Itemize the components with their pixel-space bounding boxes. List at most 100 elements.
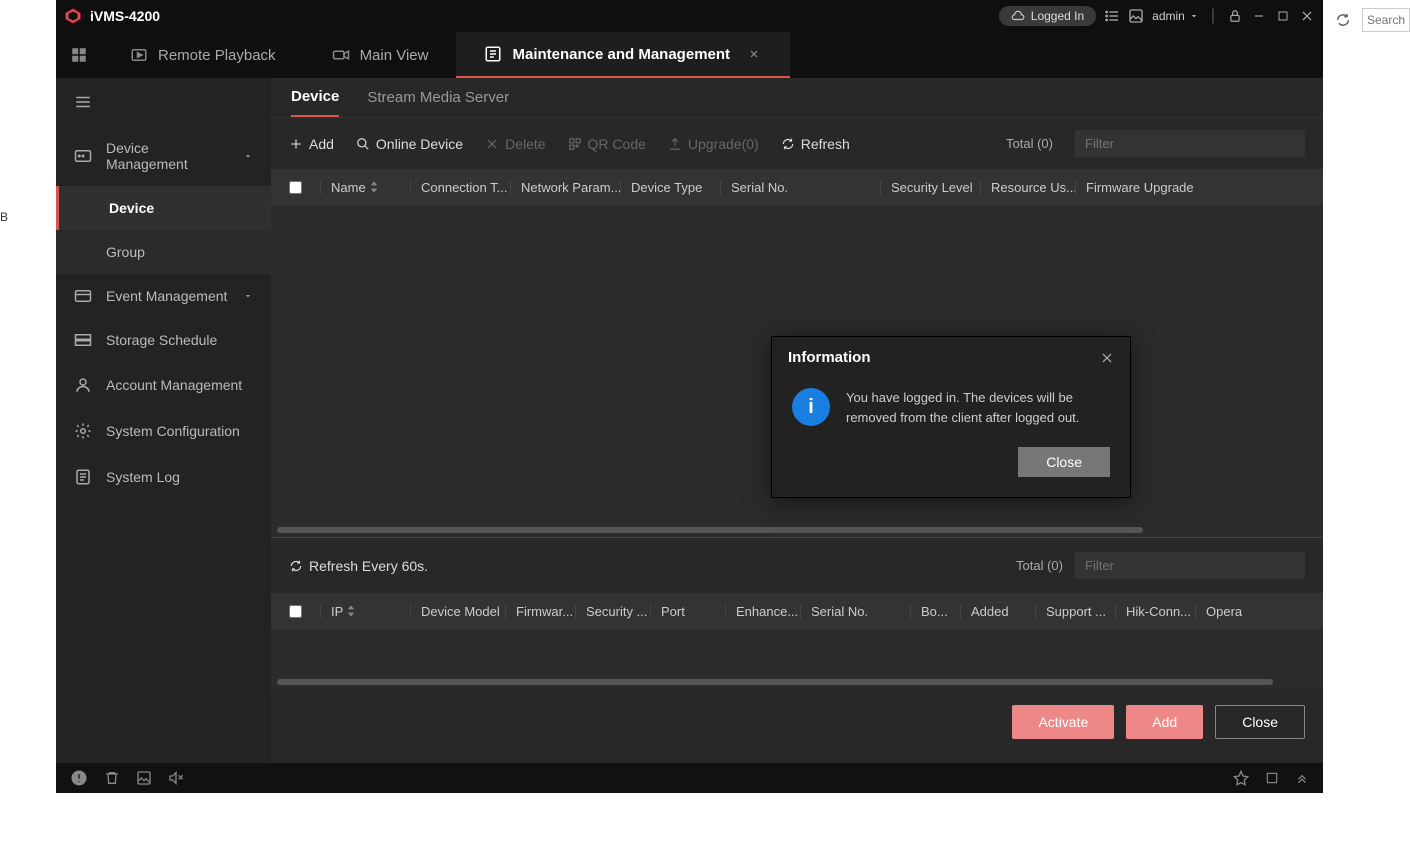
user-name: admin bbox=[1152, 9, 1185, 23]
login-status-text: Logged In bbox=[1031, 9, 1084, 23]
sidebar-label: Device Management bbox=[106, 140, 229, 172]
online-table-header: IP Device Model Firmwar... Security ... … bbox=[271, 593, 1323, 629]
collapse-icon[interactable] bbox=[1295, 771, 1309, 785]
select-all-checkbox-lower[interactable] bbox=[289, 605, 302, 618]
col-enhance[interactable]: Enhance... bbox=[726, 604, 801, 619]
title-bar: iVMS-4200 Logged In admin | bbox=[56, 0, 1323, 32]
storage-icon bbox=[74, 333, 92, 347]
sidebar-label: Account Management bbox=[106, 377, 242, 393]
chevron-up-icon bbox=[243, 151, 253, 161]
maximize-icon[interactable] bbox=[1275, 8, 1291, 24]
refresh-button[interactable]: Refresh bbox=[781, 136, 850, 152]
lock-icon[interactable] bbox=[1227, 8, 1243, 24]
qr-icon bbox=[568, 137, 582, 151]
sub-tab-bar: Device Stream Media Server bbox=[271, 78, 1323, 118]
event-icon bbox=[74, 289, 92, 303]
dialog-close-button[interactable]: Close bbox=[1018, 447, 1110, 477]
device-toolbar: Add Online Device Delete QR Code Upgrade… bbox=[271, 118, 1323, 169]
refresh-every-button[interactable]: Refresh Every 60s. bbox=[289, 558, 428, 574]
browser-refresh-icon[interactable] bbox=[1335, 12, 1353, 30]
sidebar-item-system-configuration[interactable]: System Configuration bbox=[56, 408, 271, 454]
qr-code-button: QR Code bbox=[568, 136, 646, 152]
add-device-button[interactable]: Add bbox=[1126, 705, 1203, 739]
login-status-pill[interactable]: Logged In bbox=[999, 6, 1096, 26]
online-device-button[interactable]: Online Device bbox=[356, 136, 463, 152]
add-button[interactable]: Add bbox=[289, 136, 334, 152]
minimize-icon[interactable] bbox=[1251, 8, 1267, 24]
lower-button-row: Activate Add Close bbox=[271, 689, 1323, 763]
col-firmware[interactable]: Firmware Upgrade bbox=[1076, 180, 1323, 195]
col-name[interactable]: Name bbox=[321, 180, 411, 195]
trash-icon[interactable] bbox=[104, 770, 120, 786]
col-device-type[interactable]: Device Type bbox=[621, 180, 721, 195]
lower-total-label: Total (0) bbox=[1016, 558, 1063, 573]
sidebar-sub-group[interactable]: Group bbox=[56, 230, 271, 274]
tool-label: Upgrade(0) bbox=[688, 136, 759, 152]
device-icon bbox=[74, 149, 92, 163]
mute-icon[interactable] bbox=[168, 770, 184, 786]
chevron-down-icon bbox=[1189, 11, 1199, 21]
tool-label: QR Code bbox=[588, 136, 646, 152]
sidebar-item-storage-schedule[interactable]: Storage Schedule bbox=[56, 318, 271, 362]
tab-main-view[interactable]: Main View bbox=[304, 32, 457, 78]
tab-close-icon[interactable] bbox=[746, 46, 762, 62]
col-port[interactable]: Port bbox=[651, 604, 726, 619]
sidebar-item-system-log[interactable]: System Log bbox=[56, 454, 271, 500]
subtab-stream-media[interactable]: Stream Media Server bbox=[367, 89, 509, 116]
col-opera[interactable]: Opera bbox=[1196, 604, 1323, 619]
app-title: iVMS-4200 bbox=[90, 8, 160, 24]
col-hik[interactable]: Hik-Conn... bbox=[1116, 604, 1196, 619]
picture-icon[interactable] bbox=[136, 770, 152, 786]
col-serial[interactable]: Serial No. bbox=[801, 604, 911, 619]
col-bo[interactable]: Bo... bbox=[911, 604, 961, 619]
alert-icon[interactable] bbox=[70, 769, 88, 787]
col-support[interactable]: Support ... bbox=[1036, 604, 1116, 619]
col-device-model[interactable]: Device Model bbox=[411, 604, 506, 619]
subtab-device[interactable]: Device bbox=[291, 88, 339, 117]
browser-search-input[interactable] bbox=[1362, 8, 1410, 32]
log-icon bbox=[74, 468, 92, 486]
sidebar-sub-device[interactable]: Device bbox=[56, 186, 271, 230]
sidebar-item-event-management[interactable]: Event Management bbox=[56, 274, 271, 318]
tab-home-icon[interactable] bbox=[56, 32, 102, 78]
sidebar-item-device-management[interactable]: Device Management bbox=[56, 126, 271, 186]
close-panel-button[interactable]: Close bbox=[1215, 705, 1305, 739]
tab-bar: Remote Playback Main View Maintenance an… bbox=[56, 32, 1323, 78]
tab-label: Maintenance and Management bbox=[512, 46, 730, 63]
col-security[interactable]: Security ... bbox=[576, 604, 651, 619]
select-all-checkbox[interactable] bbox=[289, 181, 302, 194]
col-added[interactable]: Added bbox=[961, 604, 1036, 619]
upgrade-button: Upgrade(0) bbox=[668, 136, 759, 152]
pin-icon[interactable] bbox=[1233, 770, 1249, 786]
online-device-panel: Refresh Every 60s. Total (0) IP Device M… bbox=[271, 537, 1323, 763]
main-panel: Device Stream Media Server Add Online De… bbox=[271, 78, 1323, 763]
dialog-close-icon[interactable] bbox=[1100, 351, 1114, 365]
restore-icon[interactable] bbox=[1265, 771, 1279, 785]
col-network[interactable]: Network Param... bbox=[511, 180, 621, 195]
col-resource[interactable]: Resource Us... bbox=[981, 180, 1076, 195]
horizontal-scrollbar-lower[interactable] bbox=[277, 679, 1273, 685]
col-security[interactable]: Security Level bbox=[881, 180, 981, 195]
lower-filter-input[interactable] bbox=[1075, 552, 1305, 579]
col-serial[interactable]: Serial No. bbox=[721, 180, 881, 195]
activate-button[interactable]: Activate bbox=[1012, 705, 1114, 739]
image-icon[interactable] bbox=[1128, 8, 1144, 24]
col-ip[interactable]: IP bbox=[321, 604, 411, 619]
upload-icon bbox=[668, 137, 682, 151]
filter-input[interactable] bbox=[1075, 130, 1305, 157]
col-connection[interactable]: Connection T... bbox=[411, 180, 511, 195]
app-logo-icon bbox=[64, 7, 82, 25]
sidebar-toggle[interactable] bbox=[56, 78, 271, 126]
refresh-icon bbox=[289, 559, 303, 573]
list-icon[interactable] bbox=[1104, 8, 1120, 24]
user-menu[interactable]: admin bbox=[1152, 9, 1199, 23]
horizontal-scrollbar[interactable] bbox=[277, 527, 1143, 533]
sidebar-item-account-management[interactable]: Account Management bbox=[56, 362, 271, 408]
cloud-icon bbox=[1011, 9, 1025, 23]
tab-maintenance[interactable]: Maintenance and Management bbox=[456, 32, 790, 78]
tab-remote-playback[interactable]: Remote Playback bbox=[102, 32, 304, 78]
tool-label: Add bbox=[309, 136, 334, 152]
sidebar: Device Management Device Group Event Man… bbox=[56, 78, 271, 763]
col-firmware[interactable]: Firmwar... bbox=[506, 604, 576, 619]
close-icon[interactable] bbox=[1299, 8, 1315, 24]
